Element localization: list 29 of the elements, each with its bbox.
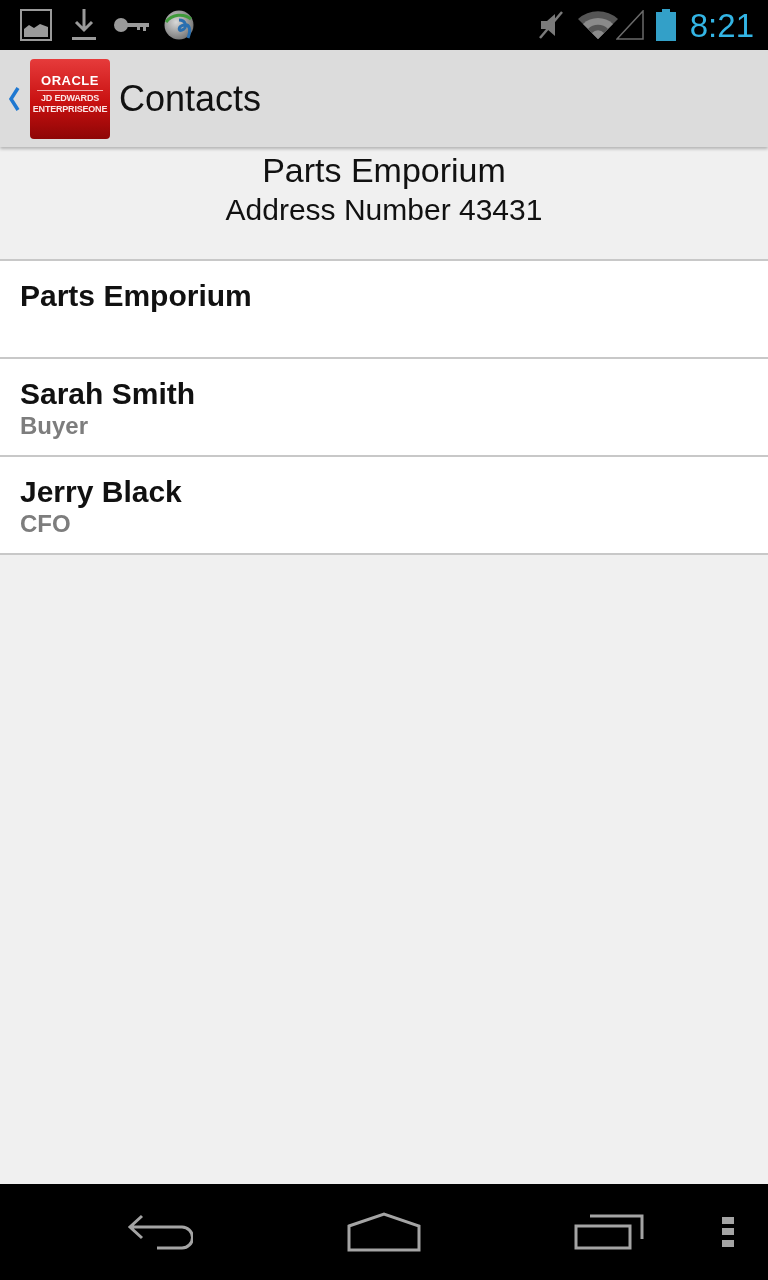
image-icon xyxy=(20,9,52,41)
back-icon[interactable] xyxy=(127,1214,193,1250)
address-number: Address Number 43431 xyxy=(225,192,543,228)
logo-text: ORACLE xyxy=(41,74,99,88)
contact-name: Sarah Smith xyxy=(20,377,196,411)
home-icon[interactable] xyxy=(347,1212,421,1252)
signal-icon xyxy=(615,10,644,40)
contact-name: Jerry Black xyxy=(20,475,182,509)
contact-row[interactable]: Parts Emporium xyxy=(0,261,768,359)
contact-row[interactable]: Jerry Black CFO xyxy=(0,457,768,555)
wifi-icon xyxy=(577,11,618,39)
logo-text: JD EDWARDS xyxy=(41,93,99,104)
recent-apps-icon[interactable] xyxy=(574,1214,644,1250)
back-chevron-icon[interactable] xyxy=(8,85,20,112)
globe-icon xyxy=(164,10,194,40)
key-icon xyxy=(113,16,149,34)
logo-tile[interactable]: ORACLE JD EDWARDS ENTERPRISEONE xyxy=(30,58,110,139)
contact-role: Buyer xyxy=(20,411,89,441)
contact-name: Parts Emporium xyxy=(20,279,252,313)
contact-role: CFO xyxy=(20,509,71,539)
logo-text: ENTERPRISEONE xyxy=(32,104,108,115)
contact-row[interactable]: Sarah Smith Buyer xyxy=(0,359,768,457)
company-name: Parts Emporium xyxy=(262,150,506,190)
mute-icon xyxy=(537,11,564,39)
overflow-menu-icon[interactable] xyxy=(722,1217,734,1247)
screen-title: Contacts xyxy=(119,77,262,120)
clock-time: 8:21 xyxy=(689,8,754,42)
download-icon xyxy=(72,9,96,41)
battery-icon xyxy=(655,9,676,41)
